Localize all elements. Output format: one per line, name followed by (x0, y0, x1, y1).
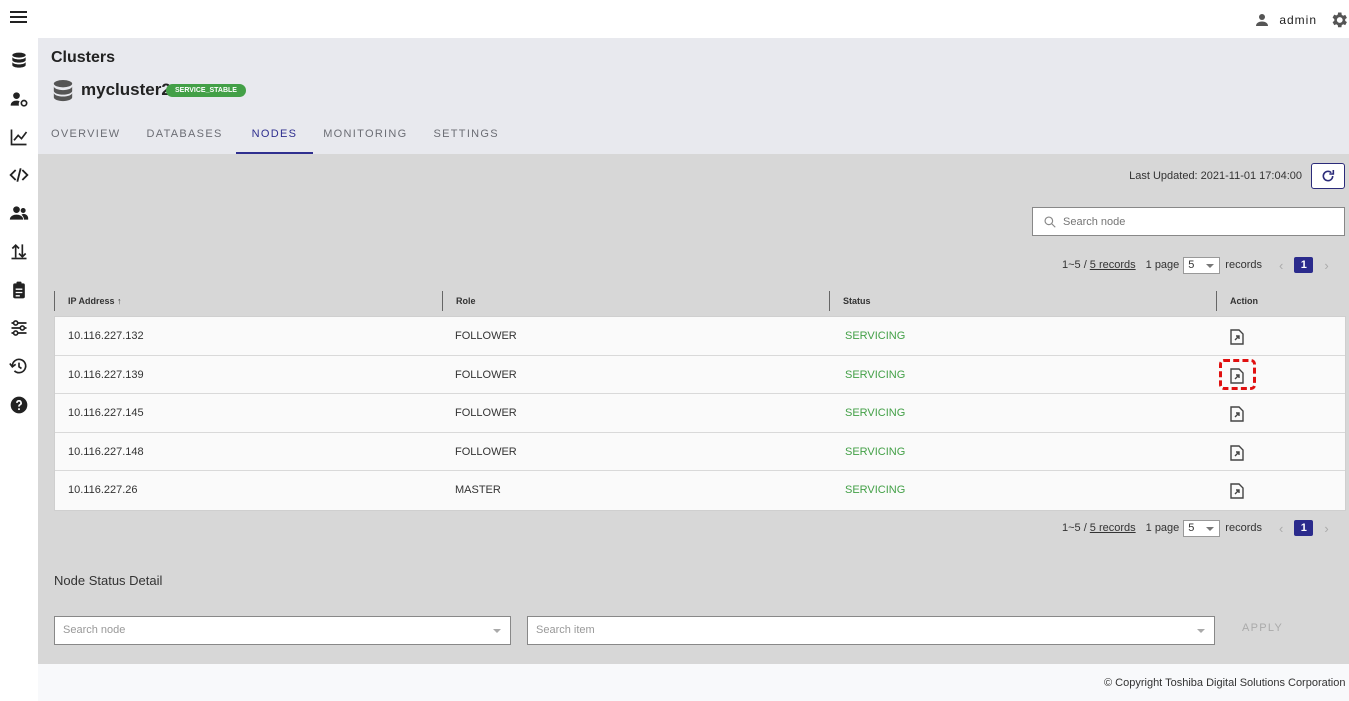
table-row: 10.116.227.26 MASTER SERVICING (55, 471, 1345, 510)
page-header: Clusters mycluster2 SERVICE_STABLE OVERV… (38, 38, 1349, 154)
pagination-top: 1~5 / 5 records 1 page 5 records ‹ 1 › (1062, 256, 1329, 274)
chevron-down-icon (1206, 526, 1215, 531)
tab-bar: OVERVIEW DATABASES NODES MONITORING SETT… (38, 118, 512, 154)
column-header-action: Action (1216, 291, 1258, 311)
table-row: 10.116.227.132 FOLLOWER SERVICING (55, 317, 1345, 356)
cell-ip: 10.116.227.139 (68, 368, 144, 381)
status-badge: SERVICE_STABLE (166, 84, 246, 97)
table-row: 10.116.227.145 FOLLOWER SERVICING (55, 394, 1345, 433)
page-number-button[interactable]: 1 (1294, 257, 1314, 273)
settings-sliders-icon[interactable] (9, 318, 29, 338)
database-icon (53, 80, 73, 102)
cell-status: SERVICING (845, 407, 906, 420)
next-page-button[interactable]: › (1324, 521, 1328, 536)
cell-ip: 10.116.227.145 (68, 407, 144, 420)
menu-icon[interactable] (10, 11, 27, 27)
next-page-button[interactable]: › (1324, 258, 1328, 273)
gear-icon[interactable] (1329, 10, 1349, 30)
cell-status: SERVICING (845, 330, 906, 342)
chart-line-icon[interactable] (9, 127, 29, 147)
import-export-icon[interactable] (9, 241, 29, 261)
restore-icon[interactable] (9, 356, 29, 376)
records-label: records (1225, 522, 1262, 534)
username[interactable]: admin (1279, 13, 1317, 27)
cell-role: FOLLOWER (455, 445, 517, 458)
item-select[interactable]: Search item (527, 616, 1215, 645)
cell-status: SERVICING (845, 368, 906, 381)
export-file-icon[interactable] (1230, 483, 1244, 500)
column-header-status[interactable]: Status (829, 291, 871, 311)
cluster-name: mycluster2 (81, 80, 171, 99)
cell-role: FOLLOWER (455, 407, 517, 420)
sidebar (0, 38, 38, 701)
help-icon[interactable] (9, 395, 29, 415)
apply-button[interactable]: APPLY (1242, 622, 1283, 634)
table-header: IP Address ↑ Role Status Action (54, 287, 1345, 315)
chevron-down-icon (493, 629, 501, 633)
cell-role: FOLLOWER (455, 368, 517, 381)
top-bar: admin (0, 0, 1349, 38)
per-page-label: 1 page (1145, 259, 1180, 271)
clipboard-icon[interactable] (9, 280, 29, 300)
records-label: records (1225, 259, 1262, 271)
pagination-range: 1~5 / (1062, 522, 1087, 534)
export-file-icon[interactable] (1230, 329, 1244, 345)
column-header-role[interactable]: Role (442, 291, 476, 311)
pagination-bottom: 1~5 / 5 records 1 page 5 records ‹ 1 › (1062, 519, 1329, 537)
node-select[interactable]: Search node (54, 616, 511, 645)
page-number-button[interactable]: 1 (1294, 520, 1314, 536)
last-updated: Last Updated: 2021-11-01 17:04:00 (1129, 170, 1302, 182)
table-row: 10.116.227.139 FOLLOWER SERVICING (55, 356, 1345, 395)
code-icon[interactable] (9, 165, 29, 185)
user-icon[interactable] (1253, 11, 1271, 29)
tab-databases[interactable]: DATABASES (134, 118, 236, 154)
records-link[interactable]: 5 records (1090, 522, 1136, 534)
cell-status: SERVICING (845, 445, 906, 458)
cell-status: SERVICING (845, 484, 906, 497)
tab-settings[interactable]: SETTINGS (421, 118, 512, 154)
cell-role: FOLLOWER (455, 330, 517, 342)
per-page-label: 1 page (1145, 522, 1180, 534)
user-settings-icon[interactable] (9, 89, 29, 109)
users-icon[interactable] (9, 203, 29, 223)
user-area: admin (1253, 10, 1349, 30)
tab-nodes[interactable]: NODES (235, 118, 314, 154)
tab-monitoring[interactable]: MONITORING (310, 118, 420, 154)
cell-ip: 10.116.227.26 (68, 484, 138, 497)
table-row: 10.116.227.148 FOLLOWER SERVICING (55, 433, 1345, 472)
footer-copyright: © Copyright Toshiba Digital Solutions Co… (1104, 677, 1346, 689)
refresh-icon (1322, 170, 1335, 182)
prev-page-button[interactable]: ‹ (1279, 521, 1283, 536)
database-icon[interactable] (9, 51, 29, 71)
export-file-icon[interactable] (1230, 367, 1244, 384)
refresh-button[interactable] (1311, 163, 1345, 189)
cell-role: MASTER (455, 484, 501, 497)
export-file-icon[interactable] (1230, 406, 1244, 422)
cell-ip: 10.116.227.148 (68, 445, 144, 458)
section-title: Node Status Detail (54, 573, 163, 588)
cell-ip: 10.116.227.132 (68, 330, 144, 342)
nodes-panel: Last Updated: 2021-11-01 17:04:00 1~5 / … (38, 154, 1349, 664)
per-page-select[interactable]: 5 (1183, 519, 1221, 537)
records-link[interactable]: 5 records (1090, 259, 1136, 271)
chevron-down-icon (1206, 263, 1215, 268)
search-node-input[interactable] (1063, 215, 1323, 228)
per-page-select[interactable]: 5 (1183, 256, 1221, 274)
prev-page-button[interactable]: ‹ (1279, 258, 1283, 273)
column-header-ip[interactable]: IP Address ↑ (54, 291, 122, 311)
tab-overview[interactable]: OVERVIEW (38, 118, 134, 154)
pagination-range: 1~5 / (1062, 259, 1087, 271)
search-icon (1044, 215, 1056, 228)
breadcrumb[interactable]: Clusters (51, 49, 115, 67)
search-node-field[interactable] (1032, 207, 1345, 236)
export-file-icon[interactable] (1230, 445, 1244, 461)
sort-arrow-up-icon: ↑ (117, 296, 122, 306)
nodes-table: 10.116.227.132 FOLLOWER SERVICING 10.116… (54, 316, 1346, 511)
chevron-down-icon (1197, 629, 1205, 633)
